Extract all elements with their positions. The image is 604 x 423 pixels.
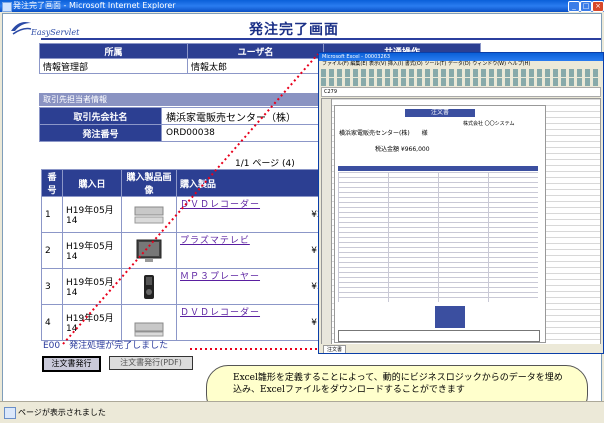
status-text: ページが表示されました [18, 408, 106, 417]
annotation-lines [62, 53, 319, 350]
annotation-line-diagonal [62, 53, 319, 345]
page-icon [4, 407, 16, 419]
callout-text: Excel雛形を定義することによって、動的にビジネスロジックからのデータを埋め込… [233, 373, 563, 395]
status-bar: ページが表示されました [0, 401, 604, 423]
browser-window: 発注完了画面 - Microsoft Internet Explorer _ □… [0, 0, 604, 423]
